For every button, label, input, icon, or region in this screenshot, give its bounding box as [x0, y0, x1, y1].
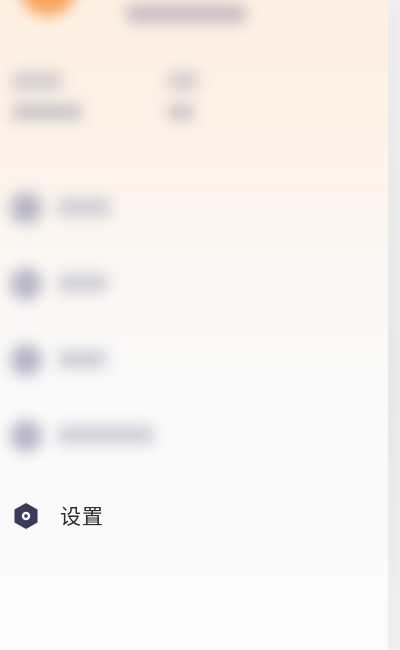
menu-item-blurred-2[interactable]	[10, 266, 130, 300]
side-drawer: 设置	[0, 0, 388, 650]
stat-block-1[interactable]	[12, 72, 82, 120]
menu-item-blurred-4[interactable]	[10, 418, 170, 452]
menu-label-placeholder	[58, 198, 110, 216]
stat-label-placeholder	[12, 104, 82, 120]
stat-label-placeholder	[168, 104, 194, 120]
menu-label-placeholder	[58, 350, 106, 368]
menu-label-placeholder	[58, 426, 154, 444]
menu-item-settings-label: 设置	[60, 505, 104, 529]
blurred-drawer-content	[0, 0, 388, 480]
stat-value-placeholder	[168, 72, 198, 90]
stat-block-2[interactable]	[162, 72, 198, 120]
menu-item-settings[interactable]: 设置	[12, 498, 212, 534]
menu-icon	[10, 420, 42, 452]
avatar[interactable]	[20, 0, 76, 16]
menu-icon	[10, 268, 42, 300]
settings-hexagon-icon-svg	[14, 503, 38, 529]
menu-icon	[10, 192, 42, 224]
settings-hexagon-icon	[12, 502, 40, 530]
menu-label-placeholder	[58, 274, 108, 292]
menu-item-blurred-1[interactable]	[10, 190, 130, 224]
username-placeholder	[126, 4, 246, 24]
menu-icon	[10, 344, 42, 376]
menu-item-blurred-3[interactable]	[10, 342, 130, 376]
stat-value-placeholder	[12, 72, 62, 90]
app-screen: 设置	[0, 0, 400, 650]
